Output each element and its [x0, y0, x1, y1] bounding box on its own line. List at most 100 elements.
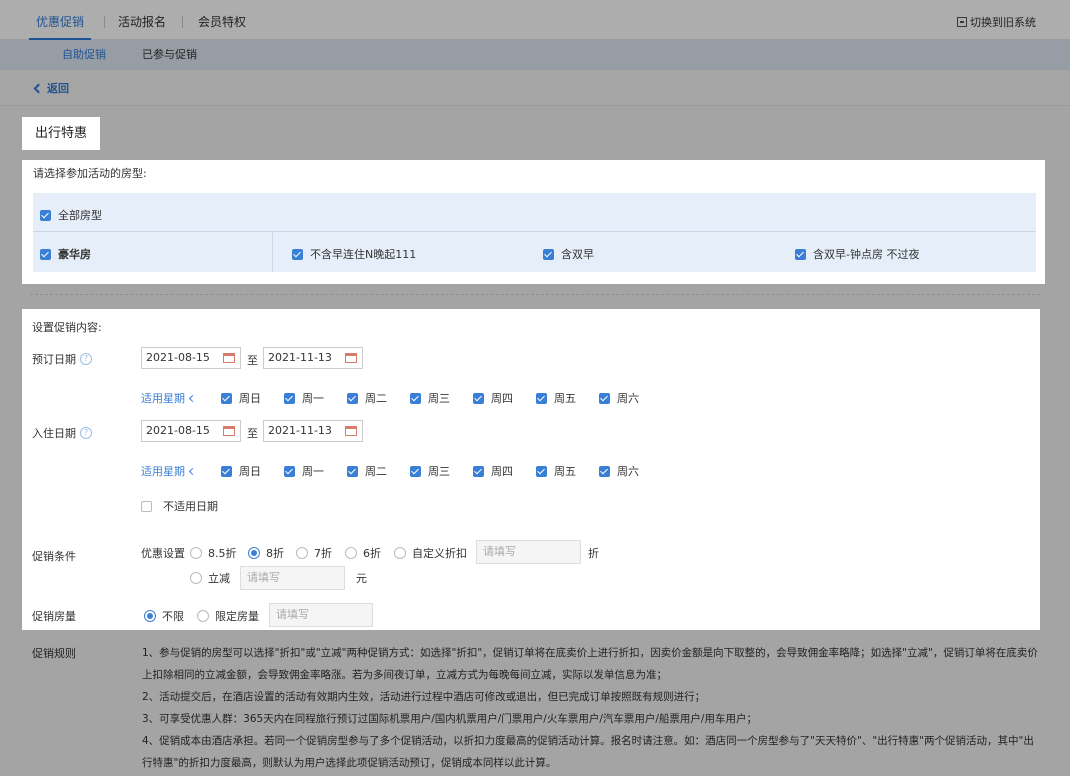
room-quantity-label: 促销房量: [32, 610, 76, 623]
checkbox-checked-icon: [473, 465, 484, 477]
checkbox-checked-icon: [599, 465, 610, 477]
checkin-weekday-sat[interactable]: 周六: [599, 463, 639, 479]
booking-weekday-sun[interactable]: 周日: [221, 390, 261, 406]
booking-weekday-tue[interactable]: 周二: [347, 390, 387, 406]
booking-weekday-mon[interactable]: 周一: [284, 390, 324, 406]
help-icon[interactable]: ?: [80, 353, 92, 365]
room-type-label: 豪华房: [58, 248, 91, 261]
discount-70-radio[interactable]: 7折: [296, 545, 332, 561]
quantity-unlimited-radio[interactable]: 不限: [144, 608, 184, 624]
chevron-left-icon: [188, 394, 197, 402]
discount-setting-label: 优惠设置: [141, 547, 185, 560]
section-divider: [30, 294, 1040, 295]
discount-custom-radio[interactable]: 自定义折扣: [394, 545, 467, 561]
checkbox-checked-icon: [292, 248, 303, 260]
booking-weekday-thu[interactable]: 周四: [473, 390, 513, 406]
checkin-end-date-input[interactable]: 2021-11-13: [263, 420, 363, 442]
booking-start-date-input[interactable]: 2021-08-15: [141, 347, 241, 369]
discount-85-radio[interactable]: 8.5折: [190, 545, 237, 561]
tab-promotions[interactable]: 优惠促销: [29, 0, 91, 40]
checkbox-checked-icon: [536, 392, 547, 404]
checkbox-checked-icon: [795, 248, 806, 260]
booking-weekday-wed[interactable]: 周三: [410, 390, 450, 406]
room-quantity-input[interactable]: 请填写: [269, 603, 373, 627]
booking-end-date-input[interactable]: 2021-11-13: [263, 347, 363, 369]
nav-separator: [182, 16, 183, 28]
tab-member-privileges[interactable]: 会员特权: [198, 0, 246, 40]
nav-separator: [104, 16, 105, 28]
checkin-weekday-toggle[interactable]: 适用星期: [141, 463, 197, 479]
calendar-icon: [223, 426, 235, 436]
checkin-weekday-sun[interactable]: 周日: [221, 463, 261, 479]
radio-unselected-icon: [345, 547, 357, 559]
room-type-grid: 全部房型 豪华房 不含早连住N晚起111 含双早 含双早-钟点房 不过夜: [33, 193, 1036, 272]
radio-unselected-icon: [394, 547, 406, 559]
tab-joined-promotions[interactable]: 已参与促销: [142, 40, 197, 70]
custom-discount-input[interactable]: 请填写: [476, 540, 581, 564]
checkbox-checked-icon: [284, 392, 295, 404]
help-icon[interactable]: ?: [80, 427, 92, 439]
discount-60-radio[interactable]: 6折: [345, 545, 381, 561]
rule-item: 1、参与促销的房型可以选择"折扣"或"立减"两种促销方式：如选择"折扣"，促销订…: [142, 647, 1038, 681]
tab-activity-signup[interactable]: 活动报名: [118, 0, 166, 40]
plan-checkbox-no-breakfast[interactable]: 不含早连住N晚起111: [292, 246, 416, 262]
radio-selected-icon: [144, 610, 156, 622]
grid-divider: [272, 232, 273, 272]
calendar-icon: [345, 353, 357, 363]
checkbox-checked-icon: [284, 465, 295, 477]
back-button[interactable]: 返回: [33, 80, 69, 96]
checkbox-checked-icon: [347, 465, 358, 477]
checkin-weekday-tue[interactable]: 周二: [347, 463, 387, 479]
checkin-weekday-fri[interactable]: 周五: [536, 463, 576, 479]
checkbox-checked-icon: [536, 465, 547, 477]
room-type-checkbox[interactable]: 豪华房: [40, 246, 91, 262]
quantity-limited-radio[interactable]: 限定房量: [197, 608, 259, 624]
promo-section-label: 设置促销内容:: [32, 321, 102, 334]
promo-condition-label: 促销条件: [32, 550, 76, 563]
booking-weekday-toggle[interactable]: 适用星期: [141, 390, 197, 406]
rules-text: 1、参与促销的房型可以选择"折扣"或"立减"两种促销方式：如选择"折扣"，促销订…: [142, 642, 1040, 774]
checkin-weekday-wed[interactable]: 周三: [410, 463, 450, 479]
plan-label: 含双早-钟点房 不过夜: [813, 248, 920, 261]
chevron-left-icon: [33, 83, 44, 93]
checkbox-checked-icon: [221, 392, 232, 404]
checkbox-checked-icon: [543, 248, 554, 260]
booking-weekday-sat[interactable]: 周六: [599, 390, 639, 406]
reduce-radio[interactable]: 立减: [190, 570, 230, 586]
plan-checkbox-hourly[interactable]: 含双早-钟点房 不过夜: [795, 246, 919, 262]
date-range-separator: 至: [247, 427, 258, 440]
plan-label: 不含早连住N晚起111: [310, 248, 417, 261]
not-applicable-dates-checkbox[interactable]: 不适用日期: [141, 498, 218, 514]
chevron-left-icon: [188, 467, 197, 475]
back-label: 返回: [47, 82, 69, 95]
radio-unselected-icon: [190, 547, 202, 559]
checkin-weekday-mon[interactable]: 周一: [284, 463, 324, 479]
rules-label: 促销规则: [32, 647, 76, 660]
radio-unselected-icon: [190, 572, 202, 584]
discount-80-radio[interactable]: 8折: [248, 545, 284, 561]
tab-self-promotion[interactable]: 自助促销: [62, 40, 106, 70]
sub-nav: 自助促销 已参与促销: [0, 40, 1070, 70]
checkbox-unchecked-icon: [141, 500, 152, 512]
checkin-start-date-input[interactable]: 2021-08-15: [141, 420, 241, 442]
discount-unit: 折: [588, 547, 599, 560]
rule-item: 2、活动提交后，在酒店设置的活动有效期内生效，活动进行过程中酒店可修改或退出，但…: [142, 691, 706, 703]
exit-icon: [957, 17, 967, 27]
switch-old-system-label: 切换到旧系统: [970, 16, 1036, 29]
all-rooms-checkbox[interactable]: 全部房型: [40, 207, 102, 223]
checkbox-checked-icon: [347, 392, 358, 404]
top-nav: 优惠促销 活动报名 会员特权 切换到旧系统: [0, 0, 1070, 40]
calendar-icon: [223, 353, 235, 363]
booking-weekday-fri[interactable]: 周五: [536, 390, 576, 406]
checkbox-checked-icon: [410, 465, 421, 477]
checkbox-checked-icon: [221, 465, 232, 477]
plan-label: 含双早: [561, 248, 594, 261]
plan-checkbox-double-breakfast[interactable]: 含双早: [543, 246, 594, 262]
radio-unselected-icon: [197, 610, 209, 622]
promotion-settings-panel: 设置促销内容: 预订日期 ? 2021-08-15 至 2021-11-13 适…: [22, 309, 1040, 630]
room-selection-panel: 请选择参加活动的房型: 全部房型 豪华房 不含早连住N晚起111 含双早 含双早…: [22, 160, 1045, 284]
reduce-amount-input[interactable]: 请填写: [240, 566, 345, 590]
booking-date-label: 预订日期 ?: [32, 351, 92, 367]
checkin-weekday-thu[interactable]: 周四: [473, 463, 513, 479]
switch-old-system-button[interactable]: 切换到旧系统: [957, 14, 1036, 30]
